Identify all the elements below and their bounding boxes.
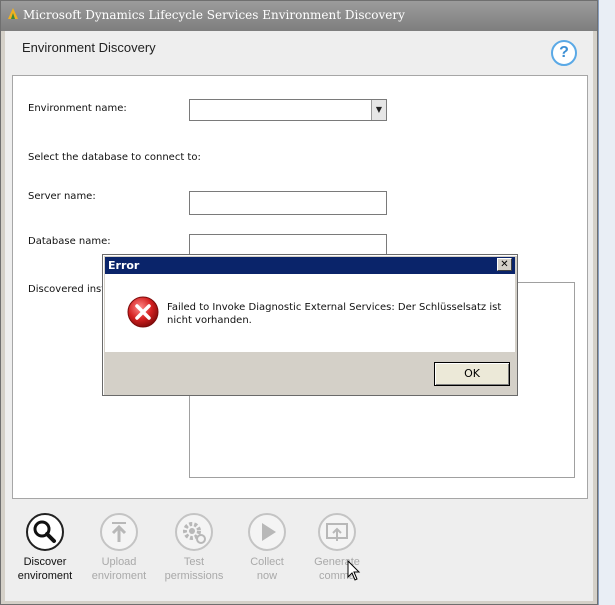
database-name-label: Database name: [28, 236, 111, 247]
error-icon [127, 296, 159, 328]
mouse-cursor-icon [347, 560, 361, 581]
collect-now-button[interactable]: Collect now [231, 513, 303, 583]
error-title: Error [108, 259, 140, 272]
upload-icon [100, 513, 138, 551]
test-label-1: Test [183, 556, 205, 568]
background-window-strip [598, 0, 615, 605]
toolbar: Discover enviroment Upload enviroment Te… [12, 505, 588, 597]
magnifier-icon [26, 513, 64, 551]
page-title: Environment Discovery [22, 40, 156, 55]
discover-label-1: Discover [23, 556, 67, 568]
upload-environment-button[interactable]: Upload enviroment [83, 513, 155, 583]
environment-name-label: Environment name: [28, 103, 127, 114]
error-body: Failed to Invoke Diagnostic External Ser… [105, 274, 515, 352]
error-titlebar[interactable]: Error ✕ [105, 257, 515, 274]
chevron-down-icon[interactable]: ▼ [371, 100, 386, 120]
discovered-instances-label: Discovered inst [28, 284, 106, 295]
collect-label-1: Collect [250, 556, 284, 568]
generate-label-1: Generate [314, 556, 360, 568]
window-title: Microsoft Dynamics Lifecycle Services En… [23, 8, 405, 22]
error-message: Failed to Invoke Diagnostic External Ser… [167, 302, 502, 326]
server-name-label: Server name: [28, 191, 96, 202]
collect-label-2: now [256, 570, 278, 582]
environment-name-dropdown[interactable]: ▼ [189, 99, 387, 121]
upload-label-2: enviroment [91, 570, 147, 582]
error-dialog: Error ✕ Failed to Invoke Diagnostic Exte… [102, 254, 518, 396]
gear-icon [175, 513, 213, 551]
discover-environment-button[interactable]: Discover enviroment [9, 513, 81, 583]
generate-command-button[interactable]: Generate comma [301, 513, 373, 583]
play-icon [248, 513, 286, 551]
discover-label-2: enviroment [17, 570, 73, 582]
generate-label-2: comma [318, 570, 356, 582]
database-prompt-label: Select the database to connect to: [28, 152, 201, 163]
app-icon [8, 8, 18, 19]
test-label-2: permissions [164, 570, 224, 582]
ok-button[interactable]: OK [434, 362, 510, 386]
generate-icon [318, 513, 356, 551]
test-permissions-button[interactable]: Test permissions [158, 513, 230, 583]
upload-label-1: Upload [101, 556, 137, 568]
server-name-input[interactable] [189, 191, 387, 215]
question-icon[interactable]: ? [551, 40, 577, 66]
close-icon[interactable]: ✕ [497, 258, 512, 271]
main-titlebar[interactable]: Microsoft Dynamics Lifecycle Services En… [1, 1, 597, 31]
